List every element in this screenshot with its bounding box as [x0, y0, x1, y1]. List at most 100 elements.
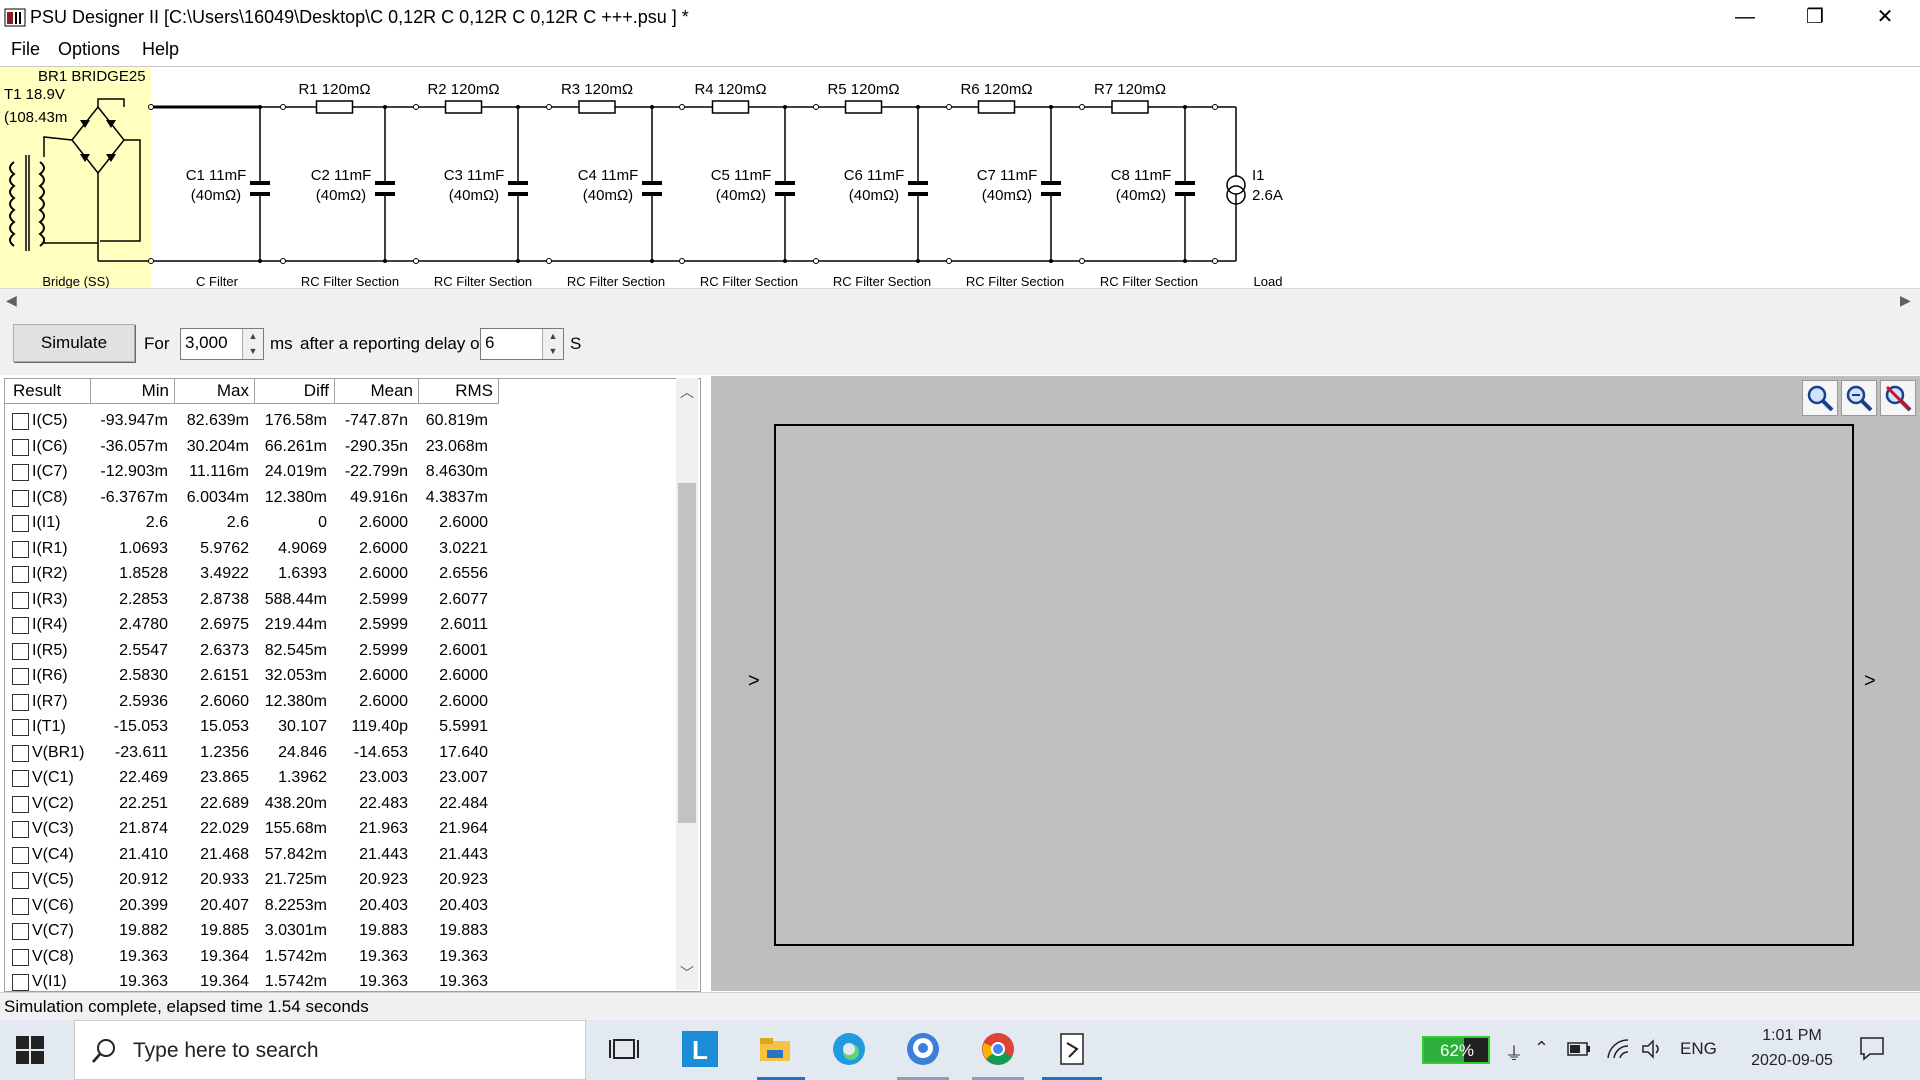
taskbar-search-box[interactable]: Type here to search	[74, 1020, 586, 1080]
column-header-rms[interactable]: RMS	[419, 379, 499, 404]
simulate-button[interactable]: Simulate	[13, 324, 135, 362]
row-checkbox[interactable]	[12, 489, 29, 507]
column-header-mean[interactable]: Mean	[335, 379, 419, 404]
column-header-diff[interactable]: Diff	[255, 379, 335, 404]
table-row[interactable]: V(C3) 21.874 22.029 155.68m 21.963 21.964	[5, 816, 495, 842]
row-checkbox[interactable]	[12, 744, 29, 762]
clock-time[interactable]: 1:01 PM	[1747, 1027, 1837, 1045]
row-checkbox[interactable]	[12, 438, 29, 456]
menu-file[interactable]: File	[11, 39, 40, 60]
row-checkbox[interactable]	[12, 668, 29, 685]
resistor-icon[interactable]	[711, 100, 750, 114]
resistor-icon[interactable]	[315, 100, 354, 114]
duration-spinner[interactable]: 3,000 ▲ ▼	[180, 328, 264, 360]
table-row[interactable]: I(R3) 2.2853 2.8738 588.44m 2.5999 2.6077	[5, 587, 495, 613]
wifi-icon[interactable]	[1606, 1038, 1630, 1065]
current-source-icon[interactable]	[1226, 175, 1246, 195]
delay-spinner[interactable]: 6 ▲ ▼	[480, 328, 564, 360]
resistor-icon[interactable]	[444, 100, 483, 114]
plug-icon[interactable]: ⏚	[1505, 1040, 1523, 1066]
schematic-horizontal-scrollbar[interactable]: ◀ ▶	[0, 288, 1920, 312]
table-row[interactable]: I(C6) -36.057m 30.204m 66.261m -290.35n 23.06…	[5, 434, 495, 460]
table-row[interactable]: I(R4) 2.4780 2.6975 219.44m 2.5999 2.6011	[5, 612, 495, 638]
column-header-max[interactable]: Max	[175, 379, 255, 404]
row-checkbox[interactable]	[12, 846, 29, 864]
table-row[interactable]: I(R5) 2.5547 2.6373 82.545m 2.5999 2.6001	[5, 638, 495, 664]
row-checkbox[interactable]	[12, 591, 29, 609]
scroll-up-icon[interactable]: ︿	[680, 382, 694, 402]
file-explorer-icon[interactable]	[757, 1031, 793, 1067]
spin-down-icon[interactable]: ▼	[543, 344, 563, 359]
zoom-in-icon[interactable]	[1802, 380, 1838, 416]
table-row[interactable]: V(C6) 20.399 20.407 8.2253m 20.403 20.403	[5, 893, 495, 919]
row-checkbox[interactable]	[12, 413, 29, 430]
column-header-result[interactable]: Result	[5, 379, 91, 404]
menu-help[interactable]: Help	[142, 39, 179, 60]
results-table[interactable]: Result Min Max Diff Mean RMS I(C5) -93.947m 82.…	[4, 378, 701, 992]
resistor-icon[interactable]	[578, 100, 616, 114]
row-checkbox[interactable]	[12, 795, 29, 813]
graph-right-marker[interactable]: >	[1864, 670, 1876, 693]
resistor-icon[interactable]	[977, 100, 1016, 114]
volume-icon[interactable]	[1641, 1038, 1665, 1065]
spin-up-icon[interactable]: ▲	[243, 329, 263, 344]
row-checkbox[interactable]	[12, 719, 29, 736]
chrome-browser-icon[interactable]	[980, 1031, 1016, 1067]
table-row[interactable]: V(BR1) -23.611 1.2356 24.846 -14.653 17.640	[5, 740, 495, 766]
table-row[interactable]: V(I1) 19.363 19.364 1.5742m 19.363 19.363	[5, 969, 495, 991]
edge-browser-icon[interactable]	[831, 1031, 867, 1067]
notifications-icon[interactable]	[1858, 1034, 1886, 1067]
table-row[interactable]: V(C2) 22.251 22.689 438.20m 22.483 22.484	[5, 791, 495, 817]
messenger-app-icon[interactable]	[905, 1031, 941, 1067]
table-row[interactable]: I(R7) 2.5936 2.6060 12.380m 2.6000 2.6000	[5, 689, 495, 715]
battery-icon[interactable]	[1567, 1040, 1591, 1063]
zoom-out-icon[interactable]	[1841, 380, 1877, 416]
zoom-reset-icon[interactable]	[1880, 380, 1916, 416]
app-icon[interactable]	[4, 6, 26, 28]
spin-up-icon[interactable]: ▲	[543, 329, 563, 344]
table-row[interactable]: V(C5) 20.912 20.933 21.725m 20.923 20.923	[5, 867, 495, 893]
table-row[interactable]: I(C8) -6.3767m 6.0034m 12.380m 49.916n 4.3837…	[5, 485, 495, 511]
row-checkbox[interactable]	[12, 693, 29, 711]
table-row[interactable]: V(C7) 19.882 19.885 3.0301m 19.883 19.883	[5, 918, 495, 944]
plot-area[interactable]	[774, 424, 1854, 946]
table-row[interactable]: V(C4) 21.410 21.468 57.842m 21.443 21.443	[5, 842, 495, 868]
table-row[interactable]: I(R1) 1.0693 5.9762 4.9069 2.6000 3.0221	[5, 536, 495, 562]
column-header-min[interactable]: Min	[91, 379, 175, 404]
duration-value[interactable]: 3,000	[185, 333, 228, 353]
table-row[interactable]: I(R2) 1.8528 3.4922 1.6393 2.6000 2.6556	[5, 561, 495, 587]
battery-meter[interactable]: 62%	[1422, 1036, 1490, 1064]
show-hidden-icons-chevron-icon[interactable]: ⌃	[1534, 1038, 1549, 1059]
table-row[interactable]: V(C1) 22.469 23.865 1.3962 23.003 23.007	[5, 765, 495, 791]
row-checkbox[interactable]	[12, 566, 29, 583]
start-windows-icon[interactable]	[16, 1036, 44, 1069]
schematic-canvas[interactable]: BR1 BRIDGE25T1 18.9V (108.43m R1 120mΩ R2 1…	[0, 67, 1920, 289]
row-checkbox[interactable]	[12, 948, 29, 966]
row-checkbox[interactable]	[12, 642, 29, 660]
row-checkbox[interactable]	[12, 540, 29, 558]
close-button[interactable]: ✕	[1850, 0, 1920, 36]
row-checkbox[interactable]	[12, 923, 29, 940]
graph-left-marker[interactable]: >	[748, 670, 760, 693]
table-row[interactable]: V(C8) 19.363 19.364 1.5742m 19.363 19.363	[5, 944, 495, 970]
resistor-icon[interactable]	[1111, 100, 1149, 114]
table-row[interactable]: I(T1) -15.053 15.053 30.107 119.40p 5.5991	[5, 714, 495, 740]
row-checkbox[interactable]	[12, 515, 29, 532]
menu-options[interactable]: Options	[58, 39, 120, 60]
row-checkbox[interactable]	[12, 617, 29, 634]
minimize-button[interactable]: —	[1710, 0, 1780, 36]
row-checkbox[interactable]	[12, 770, 29, 787]
resistor-icon[interactable]	[844, 100, 883, 114]
scroll-left-icon[interactable]: ◀	[6, 292, 17, 309]
duration-spin-buttons[interactable]: ▲ ▼	[242, 329, 263, 359]
restore-button[interactable]: ❐	[1780, 0, 1850, 36]
table-row[interactable]: I(R6) 2.5830 2.6151 32.053m 2.6000 2.6000	[5, 663, 495, 689]
row-checkbox[interactable]	[12, 821, 29, 838]
delay-spin-buttons[interactable]: ▲ ▼	[542, 329, 563, 359]
delay-value[interactable]: 6	[485, 333, 494, 353]
row-checkbox[interactable]	[12, 974, 29, 991]
psu-designer-taskbar-icon[interactable]	[1054, 1031, 1090, 1067]
scroll-down-icon[interactable]: ﹀	[680, 963, 694, 983]
row-checkbox[interactable]	[12, 897, 29, 915]
table-row[interactable]: I(C7) -12.903m 11.116m 24.019m -22.799n 8.463…	[5, 459, 495, 485]
